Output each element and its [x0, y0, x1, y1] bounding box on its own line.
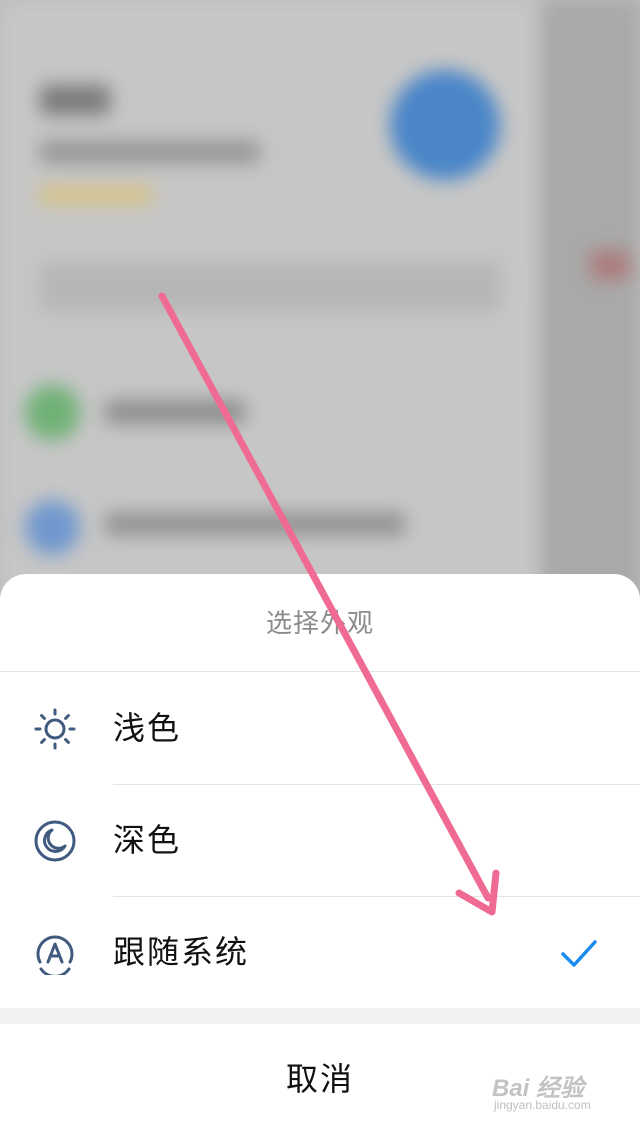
auto-theme-icon	[36, 935, 74, 975]
screen: 选择外观 浅色 深色 跟随系统 取消 Bai 经验 jingyan.baidu.…	[0, 0, 640, 1136]
watermark: Bai 经验 jingyan.baidu.com	[486, 1066, 626, 1122]
watermark-sub-text: jingyan.baidu.com	[494, 1098, 591, 1112]
background-main-pane	[0, 0, 540, 600]
option-light-label: 浅色	[113, 709, 182, 747]
sun-icon	[34, 708, 76, 750]
background-side-pane	[540, 0, 640, 600]
option-dark[interactable]: 深色	[0, 784, 640, 896]
checkmark-icon	[561, 940, 597, 967]
option-light[interactable]: 浅色	[0, 672, 640, 784]
appearance-bottom-sheet: 选择外观 浅色 深色 跟随系统 取消	[0, 574, 640, 1136]
option-follow-system-label: 跟随系统	[113, 933, 250, 971]
sheet-title: 选择外观	[265, 609, 374, 639]
option-dark-label: 深色	[113, 821, 182, 859]
blurred-background-app	[0, 0, 640, 600]
moon-icon	[34, 820, 76, 862]
section-gap	[0, 1008, 640, 1024]
option-follow-system[interactable]: 跟随系统	[0, 896, 640, 1008]
